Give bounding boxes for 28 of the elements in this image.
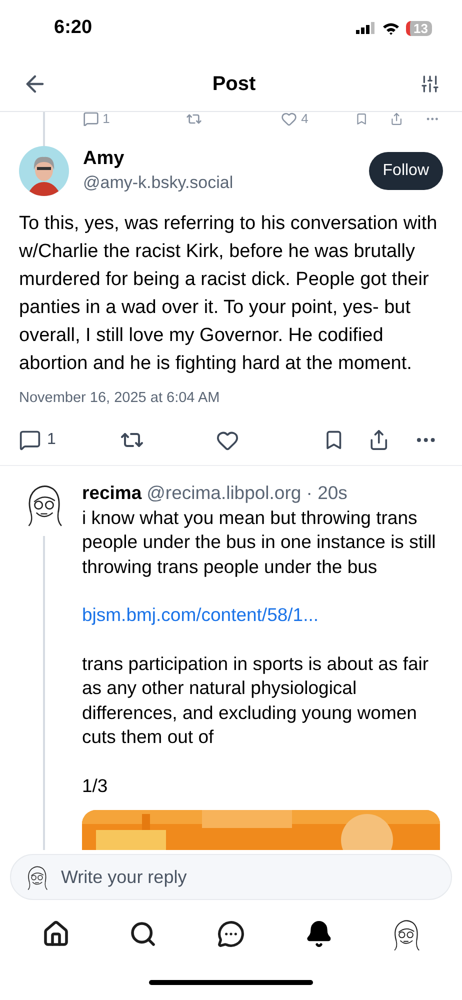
home-icon[interactable] — [42, 920, 70, 948]
battery-indicator: 13 — [406, 20, 432, 36]
reply-field[interactable]: Write your reply — [61, 864, 439, 890]
author-name: Amy — [83, 146, 126, 171]
signal-icon — [356, 22, 376, 34]
thread-settings-button[interactable] — [420, 74, 440, 94]
chat-icon[interactable] — [216, 920, 245, 948]
reply-text: trans participation in sports is about as fair as any other natural physiological differences, and excluding young women cuts them out of — [82, 652, 430, 749]
page-title: Post — [212, 72, 256, 96]
avatar-photo — [19, 146, 69, 196]
search-icon[interactable] — [129, 920, 158, 948]
reply-text: i know what you mean but throwing trans people under the bus in one instance is still throwing trans people under the bus — [82, 506, 437, 579]
like-count: 4 — [301, 112, 308, 126]
post-text: To this, yes, was referring to his conversation with w/Charlie the racist Kirk, before he was brutally murdered for being a racist dick. People got their panties in a wad over it. To your point, yes- but overall, I still love my Governor. He codified abortion and he is fighting hard at the moment. — [18, 212, 438, 376]
author-handle: @amy-k.bsky.social — [83, 172, 234, 194]
reply-link[interactable]: bjsm.bmj.com/content/58/1... — [82, 603, 448, 628]
reply-author-name: recima — [82, 480, 142, 504]
post-timestamp: November 16, 2025 at 6:04 AM — [18, 388, 221, 408]
reply-author-handle: @recima.libpol.org · 20s — [146, 480, 348, 505]
reply-text: 1/3 — [82, 774, 109, 798]
follow-button[interactable]: Follow — [368, 152, 443, 190]
reply-bar[interactable]: Write your reply — [10, 854, 452, 900]
reply-icon[interactable] — [19, 429, 41, 452]
status-time: 6:20 — [54, 16, 92, 40]
bell-icon[interactable] — [304, 920, 333, 948]
reply-count: 1 — [102, 112, 110, 126]
reply-count: 1 — [47, 430, 56, 450]
wifi-icon — [382, 22, 400, 34]
